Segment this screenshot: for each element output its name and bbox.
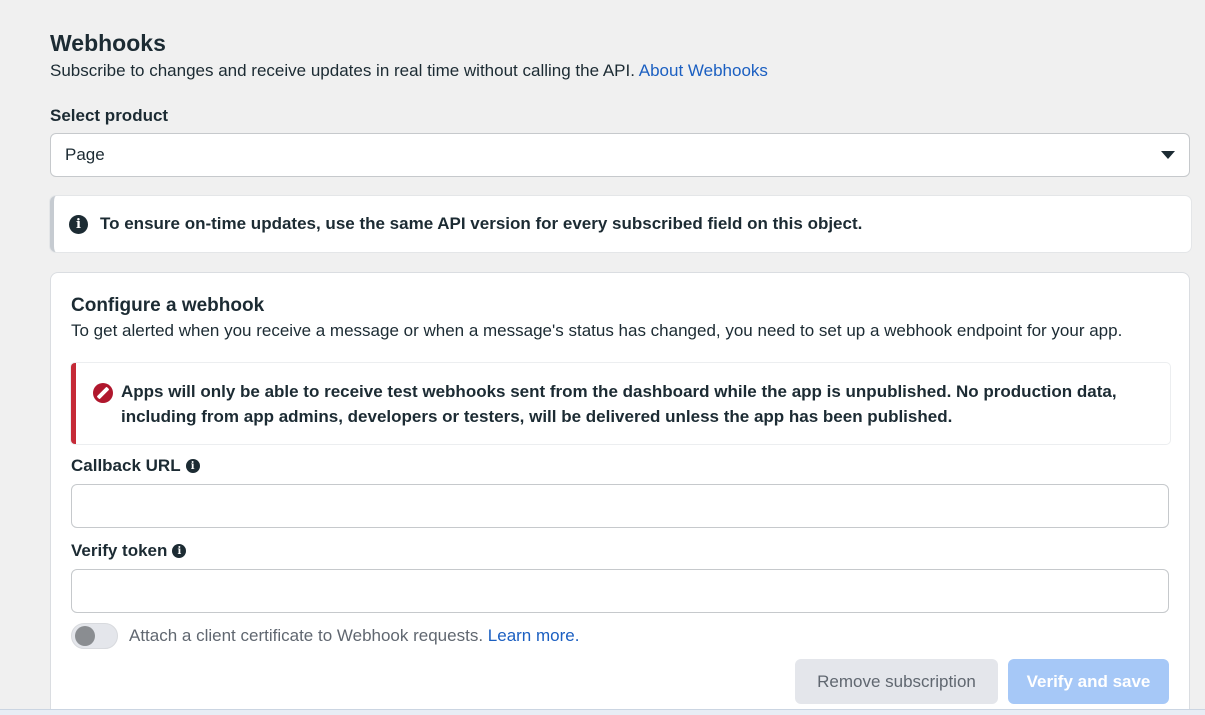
callback-url-label: Callback URL i	[71, 456, 200, 476]
client-certificate-text: Attach a client certificate to Webhook r…	[129, 626, 484, 645]
info-icon[interactable]: i	[185, 459, 200, 473]
about-webhooks-link[interactable]: About Webhooks	[639, 61, 768, 80]
callback-url-label-text: Callback URL	[71, 456, 181, 475]
product-select[interactable]: Page	[50, 133, 1190, 177]
verify-token-label: Verify token i	[71, 541, 187, 561]
select-product-label: Select product	[50, 106, 169, 125]
learn-more-link[interactable]: Learn more.	[488, 626, 580, 645]
remove-subscription-button[interactable]: Remove subscription	[795, 659, 998, 704]
page-subtitle: Subscribe to changes and receive updates…	[50, 61, 768, 81]
info-banner: i To ensure on-time updates, use the sam…	[50, 196, 1191, 252]
client-certificate-toggle[interactable]	[71, 623, 118, 649]
page-title: Webhooks	[50, 30, 166, 56]
client-certificate-row: Attach a client certificate to Webhook r…	[71, 623, 579, 649]
configure-webhook-title: Configure a webhook	[71, 295, 265, 316]
configure-webhook-description: To get alerted when you receive a messag…	[71, 321, 1123, 340]
warning-text: Apps will only be able to receive test w…	[121, 382, 1117, 426]
toggle-knob	[75, 626, 95, 646]
verify-token-label-text: Verify token	[71, 541, 168, 560]
webhooks-page: Webhooks Subscribe to changes and receiv…	[0, 0, 1205, 715]
verify-token-input[interactable]	[71, 569, 1169, 613]
configure-webhook-card: Configure a webhook To get alerted when …	[50, 272, 1190, 715]
verify-and-save-button[interactable]: Verify and save	[1008, 659, 1169, 704]
client-certificate-label: Attach a client certificate to Webhook r…	[129, 626, 579, 646]
product-select-value: Page	[65, 145, 105, 164]
bottom-scroll-edge	[0, 709, 1205, 715]
info-banner-text: To ensure on-time updates, use the same …	[100, 214, 863, 233]
info-icon[interactable]: i	[172, 544, 187, 558]
callback-url-input[interactable]	[71, 484, 1169, 528]
info-icon: i	[69, 214, 88, 234]
unpublished-warning: Apps will only be able to receive test w…	[71, 363, 1170, 444]
caret-down-icon	[1161, 151, 1175, 159]
prohibited-icon	[93, 383, 113, 403]
subtitle-text: Subscribe to changes and receive updates…	[50, 61, 635, 80]
